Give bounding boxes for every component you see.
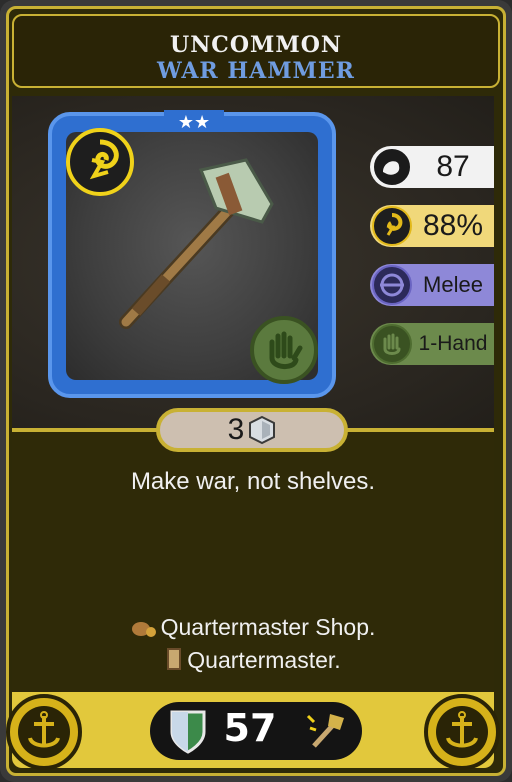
- stat-hands: 1-Hand: [370, 323, 494, 365]
- anchor-icon: [6, 694, 82, 770]
- hammer-icon: [306, 714, 344, 748]
- score-value: 57: [223, 706, 277, 750]
- swirl-icon: [372, 206, 412, 246]
- coin-bag-icon: [131, 615, 157, 643]
- stat-power: 87: [370, 146, 494, 188]
- source-quartermaster-label: Quartermaster.: [187, 647, 341, 674]
- title-bar: UNCOMMON WAR HAMMER: [12, 14, 500, 88]
- flavor-text: Make war, not shelves.: [130, 468, 376, 495]
- source-line-quartermaster: Quartermaster.: [12, 646, 494, 678]
- glove-icon: [269, 331, 303, 369]
- stat-hands-value: 1-Hand: [418, 332, 488, 355]
- lightning-swirl-icon[interactable]: [66, 128, 134, 196]
- item-card: UNCOMMON WAR HAMMER ★★ 87 88% Melee 1-Ha…: [0, 0, 512, 782]
- stat-crit: 88%: [370, 205, 494, 247]
- hexagon-gem-icon: [249, 415, 276, 445]
- stat-crit-value: 88%: [422, 209, 484, 242]
- cost-value: 3: [227, 413, 245, 446]
- item-type-label: WAR HAMMER: [157, 58, 355, 84]
- swirl-icon: [89, 139, 119, 180]
- source-line-shop: Quartermaster Shop.: [12, 614, 494, 643]
- stat-power-value: 87: [436, 150, 470, 183]
- shield-icon: [170, 710, 206, 754]
- source-shop-label: Quartermaster Shop.: [160, 614, 376, 640]
- anchor-icon: [424, 694, 500, 770]
- scroll-icon: [165, 646, 183, 678]
- hand-icon: [372, 324, 412, 364]
- stat-range-value: Melee: [423, 272, 483, 297]
- crosshair-icon: [372, 265, 412, 305]
- rarity-label: UNCOMMON: [170, 32, 342, 58]
- flexed-arm-icon: [372, 147, 412, 187]
- cost-badge: 3: [156, 408, 348, 452]
- stat-range: Melee: [370, 264, 494, 306]
- hand-icon[interactable]: [250, 316, 318, 384]
